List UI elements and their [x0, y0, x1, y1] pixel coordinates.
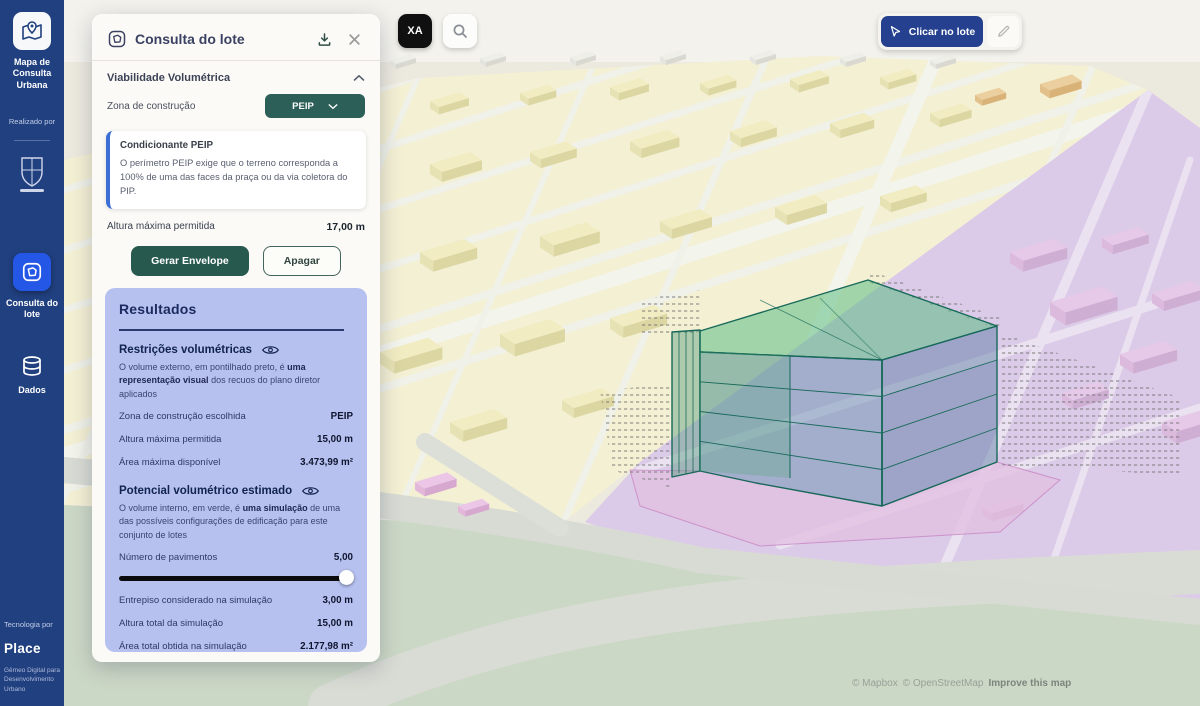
download-icon	[317, 32, 332, 47]
viabilidade-section-header[interactable]: Viabilidade Volumétrica	[105, 61, 367, 92]
chevron-up-icon	[353, 74, 365, 82]
chevron-down-icon	[328, 103, 338, 110]
sidebar-item-label: Consulta do lote	[4, 298, 60, 321]
close-icon	[348, 33, 361, 46]
apagar-button[interactable]: Apagar	[263, 246, 341, 276]
panel-title: Consulta do lote	[135, 31, 305, 47]
results-underline	[119, 329, 344, 331]
xa-button[interactable]: XA	[398, 14, 432, 48]
altura-maxima-label: Altura máxima permitida	[107, 221, 215, 232]
sidebar-divider	[14, 140, 50, 141]
sidebar-item-label: Dados	[18, 385, 46, 396]
results-title: Resultados	[119, 301, 353, 317]
result-row: Altura total da simulação 15,00 m	[119, 618, 353, 631]
clicar-no-lote-label: Clicar no lote	[909, 26, 976, 38]
sidebar-footer: Tecnologia por Place Gêmeo Digital para …	[4, 620, 60, 694]
brand-place: Place	[4, 641, 41, 656]
potencial-body: O volume interno, em verde, é uma simula…	[119, 502, 353, 543]
section-title: Viabilidade Volumétrica	[107, 72, 230, 84]
zona-construcao-label: Zona de construção	[107, 101, 195, 112]
sidebar-nav: Consulta do lote Dados	[4, 253, 60, 397]
search-button[interactable]	[443, 14, 477, 48]
edit-lot-button[interactable]	[987, 16, 1019, 47]
cursor-icon	[889, 25, 902, 38]
database-icon	[20, 354, 44, 378]
restricoes-title: Restrições volumétricas	[119, 344, 252, 356]
realizado-por-label: Realizado por	[9, 117, 55, 126]
condicionante-body: O perímetro PEIP exige que o terreno cor…	[120, 157, 356, 199]
consulta-panel: Consulta do lote Viabilidade Volumétrica	[92, 14, 380, 662]
result-row: Altura máxima permitida 15,00 m	[119, 434, 353, 447]
result-row: Área máxima disponível 3.473,99 m²	[119, 457, 353, 470]
pencil-icon	[996, 24, 1011, 39]
close-button[interactable]	[343, 28, 365, 50]
action-buttons: Gerar Envelope Apagar	[105, 246, 367, 276]
brand-subtitle: Gêmeo Digital para Desenvolvimento Urban…	[4, 666, 60, 694]
map-attribution: © Mapbox © OpenStreetMap Improve this ma…	[852, 678, 1071, 689]
result-row: Entrepiso considerado na simulação 3,00 …	[119, 595, 353, 608]
pavimentos-row: Número de pavimentos 5,00	[119, 552, 353, 565]
result-row: Área total obtida na simulação 2.177,98 …	[119, 641, 353, 652]
city-crest-logo	[15, 153, 49, 195]
improve-map-link[interactable]: Improve this map	[988, 678, 1071, 689]
results-card: Resultados Restrições volumétricas O vol…	[105, 288, 367, 652]
consulta-do-lote-tile[interactable]	[13, 253, 51, 291]
altura-maxima-value: 17,00 m	[326, 221, 365, 233]
eye-icon[interactable]	[302, 485, 319, 497]
condicionante-card: Condicionante PEIP O perímetro PEIP exig…	[106, 131, 366, 209]
app-root: Mapa de Consulta Urbana Realizado por Co…	[0, 0, 1200, 706]
eye-icon[interactable]	[262, 344, 279, 356]
restricoes-body: O volume externo, em pontilhado preto, é…	[119, 361, 353, 402]
download-button[interactable]	[313, 28, 335, 50]
lot-icon	[107, 29, 127, 49]
potencial-title: Potencial volumétrico estimado	[119, 485, 292, 497]
sidebar-item-dados[interactable]: Dados	[18, 354, 46, 396]
slider-track[interactable]	[119, 576, 351, 581]
lot-icon	[21, 261, 43, 283]
osm-attribution-link[interactable]: © OpenStreetMap	[903, 678, 984, 689]
pavimentos-slider[interactable]	[119, 571, 353, 585]
search-icon	[452, 23, 468, 39]
app-title: Mapa de Consulta Urbana	[4, 57, 60, 91]
map-pin-icon	[20, 19, 44, 43]
zona-construcao-select[interactable]: PEIP	[265, 94, 365, 118]
zona-construcao-row: Zona de construção PEIP	[105, 92, 367, 118]
slider-thumb[interactable]	[339, 570, 354, 585]
mapbox-attribution-link[interactable]: © Mapbox	[852, 678, 898, 689]
altura-maxima-row: Altura máxima permitida 17,00 m	[105, 209, 367, 233]
clicar-no-lote-button[interactable]: Clicar no lote	[881, 16, 983, 47]
sidebar-item-consulta-do-lote[interactable]: Consulta do lote	[4, 253, 60, 321]
potencial-header: Potencial volumétrico estimado	[119, 485, 353, 497]
zona-selected-value: PEIP	[292, 101, 314, 112]
panel-header: Consulta do lote	[105, 26, 367, 60]
gerar-envelope-button[interactable]: Gerar Envelope	[131, 246, 249, 276]
sidebar: Mapa de Consulta Urbana Realizado por Co…	[0, 0, 64, 706]
restricoes-header: Restrições volumétricas	[119, 344, 353, 356]
lot-tools-group: Clicar no lote	[878, 13, 1022, 50]
app-logo-tile[interactable]	[13, 12, 51, 50]
result-row: Zona de construção escolhida PEIP	[119, 411, 353, 424]
tecnologia-por-label: Tecnologia por	[4, 620, 53, 629]
condicionante-title: Condicionante PEIP	[120, 140, 356, 151]
